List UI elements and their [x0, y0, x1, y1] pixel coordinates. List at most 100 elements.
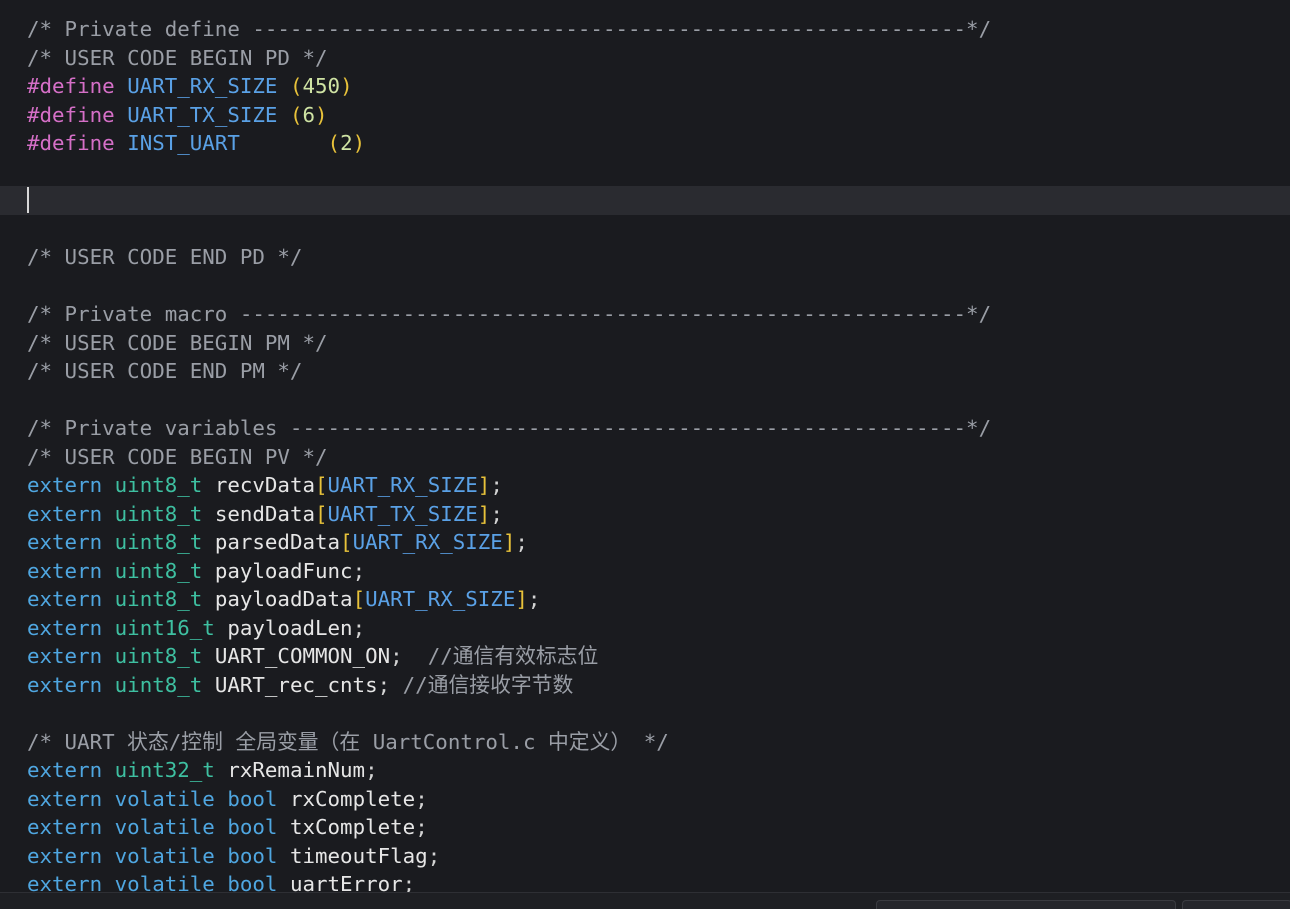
code-line[interactable]: [0, 699, 1290, 728]
code-token-storage: bool: [227, 815, 278, 839]
code-token-punct: [102, 502, 115, 526]
code-token-punct: ;: [527, 587, 541, 611]
code-token-ident: txComplete: [277, 815, 416, 839]
code-lines[interactable]: /* Private define ----------------------…: [0, 15, 1290, 899]
code-line[interactable]: /* USER CODE END PM */: [0, 357, 1290, 386]
code-token-punct: ;: [490, 473, 503, 497]
code-token-paren: [: [315, 473, 328, 497]
code-line[interactable]: extern uint16_t payloadLen;: [0, 614, 1290, 643]
code-token-paren: [: [340, 530, 353, 554]
code-token-ident: payloadLen: [214, 615, 353, 640]
code-line[interactable]: #define UART_RX_SIZE (450): [0, 72, 1290, 101]
code-line[interactable]: [0, 386, 1290, 415]
code-line[interactable]: extern volatile bool rxComplete;: [0, 785, 1290, 814]
code-line[interactable]: [0, 215, 1290, 244]
code-line[interactable]: extern uint8_t sendData[UART_TX_SIZE];: [0, 500, 1290, 529]
code-line[interactable]: extern uint8_t payloadFunc;: [0, 557, 1290, 586]
code-line[interactable]: /* USER CODE BEGIN PM */: [0, 329, 1290, 358]
code-line[interactable]: #define UART_TX_SIZE (6): [0, 101, 1290, 130]
code-token-paren: [: [352, 587, 366, 611]
code-token-comment: /* USER CODE BEGIN PV */: [27, 444, 328, 469]
bottom-panel-tab[interactable]: [1182, 900, 1290, 909]
current-code-line[interactable]: [0, 186, 1290, 215]
code-token-punct: ;: [427, 843, 441, 868]
code-token-punct: [102, 559, 115, 583]
code-token-paren: (: [289, 74, 303, 98]
code-line[interactable]: [0, 158, 1290, 187]
code-token-ident: timeoutFlag: [277, 843, 428, 868]
code-token-storage: extern: [27, 843, 103, 868]
code-token-paren: ]: [502, 530, 516, 554]
code-token-comment: /* Private macro -----------------------…: [27, 302, 992, 326]
code-token-comment: /* Private define ----------------------…: [27, 17, 992, 41]
code-token-punct: ;: [490, 501, 503, 526]
code-token-punct: [102, 587, 115, 611]
code-token-macro: UART_RX_SIZE: [352, 530, 503, 554]
code-token-macro: UART_TX_SIZE: [327, 501, 478, 526]
code-token-punct: [102, 815, 115, 839]
code-token-storage: volatile: [114, 843, 215, 868]
code-token-punct: [115, 131, 128, 155]
code-line[interactable]: extern volatile bool timeoutFlag;: [0, 842, 1290, 871]
code-token-storage: extern: [27, 758, 103, 782]
code-token-ident: UART_rec_cnts: [202, 672, 378, 697]
code-token-directive: #define: [27, 131, 115, 155]
code-token-ident: payloadData: [202, 587, 353, 611]
code-line[interactable]: /* Private macro -----------------------…: [0, 300, 1290, 329]
code-line[interactable]: /* USER CODE BEGIN PD */: [0, 44, 1290, 73]
code-token-punct: [102, 673, 115, 697]
code-line[interactable]: /* USER CODE BEGIN PV */: [0, 443, 1290, 472]
code-token-paren: (: [289, 102, 303, 127]
code-token-punct: [115, 74, 128, 98]
code-token-storage: volatile: [114, 786, 215, 811]
code-token-punct: [215, 815, 228, 839]
code-line[interactable]: extern uint8_t recvData[UART_RX_SIZE];: [0, 471, 1290, 500]
code-line[interactable]: extern uint8_t parsedData[UART_RX_SIZE];: [0, 528, 1290, 557]
code-token-comment: //通信接收字节数: [402, 672, 574, 697]
code-token-punct: ;: [390, 644, 428, 668]
code-line[interactable]: extern uint8_t UART_COMMON_ON; //通信有效标志位: [0, 642, 1290, 671]
code-token-number: 450: [302, 74, 341, 98]
code-token-punct: [102, 787, 115, 811]
code-token-comment: /* Private variables -------------------…: [27, 416, 992, 440]
code-token-comment: /* USER CODE BEGIN PD */: [27, 45, 328, 70]
code-line[interactable]: extern uint8_t payloadData[UART_RX_SIZE]…: [0, 585, 1290, 614]
code-token-directive: #define: [27, 74, 115, 98]
code-token-macro: INST_UART: [127, 131, 240, 155]
code-line[interactable]: /* USER CODE END PD */: [0, 243, 1290, 272]
code-line[interactable]: extern uint8_t UART_rec_cnts; //通信接收字节数: [0, 671, 1290, 700]
code-token-storage: volatile: [114, 815, 215, 839]
code-line[interactable]: /* Private variables -------------------…: [0, 414, 1290, 443]
code-token-paren: ]: [515, 587, 528, 611]
code-line[interactable]: extern uint32_t rxRemainNum;: [0, 756, 1290, 785]
code-token-ident: UART_COMMON_ON: [202, 644, 391, 668]
code-token-type: uint8_t: [114, 672, 203, 697]
code-token-ident: recvData: [202, 473, 315, 497]
code-token-type: uint8_t: [114, 558, 203, 583]
code-line[interactable]: #define INST_UART (2): [0, 129, 1290, 158]
code-line[interactable]: /* UART 状态/控制 全局变量（在 UartControl.c 中定义） …: [0, 728, 1290, 757]
code-token-punct: [102, 844, 115, 868]
code-token-comment: //通信有效标志位: [427, 644, 599, 668]
code-token-punct: [102, 616, 115, 640]
code-line[interactable]: extern volatile bool txComplete;: [0, 813, 1290, 842]
code-token-punct: [102, 758, 115, 782]
code-token-storage: extern: [27, 558, 103, 583]
code-line[interactable]: [0, 272, 1290, 301]
code-token-storage: bool: [227, 843, 278, 868]
code-token-storage: extern: [27, 501, 103, 526]
code-token-punct: [215, 844, 228, 868]
code-token-comment: /* USER CODE END PM */: [27, 359, 303, 383]
code-token-ident: sendData: [202, 501, 315, 526]
code-token-punct: ;: [377, 672, 403, 697]
code-line[interactable]: /* Private define ----------------------…: [0, 15, 1290, 44]
code-token-punct: ;: [415, 786, 428, 811]
bottom-panel-tab[interactable]: [876, 900, 1176, 909]
code-token-punct: [102, 644, 115, 668]
code-token-punct: ;: [352, 558, 366, 583]
code-token-punct: ;: [515, 530, 528, 554]
code-editor[interactable]: /* Private define ----------------------…: [0, 0, 1290, 909]
code-token-type: uint16_t: [114, 615, 215, 640]
code-token-paren: ]: [477, 501, 491, 526]
code-token-number: 6: [302, 102, 316, 127]
